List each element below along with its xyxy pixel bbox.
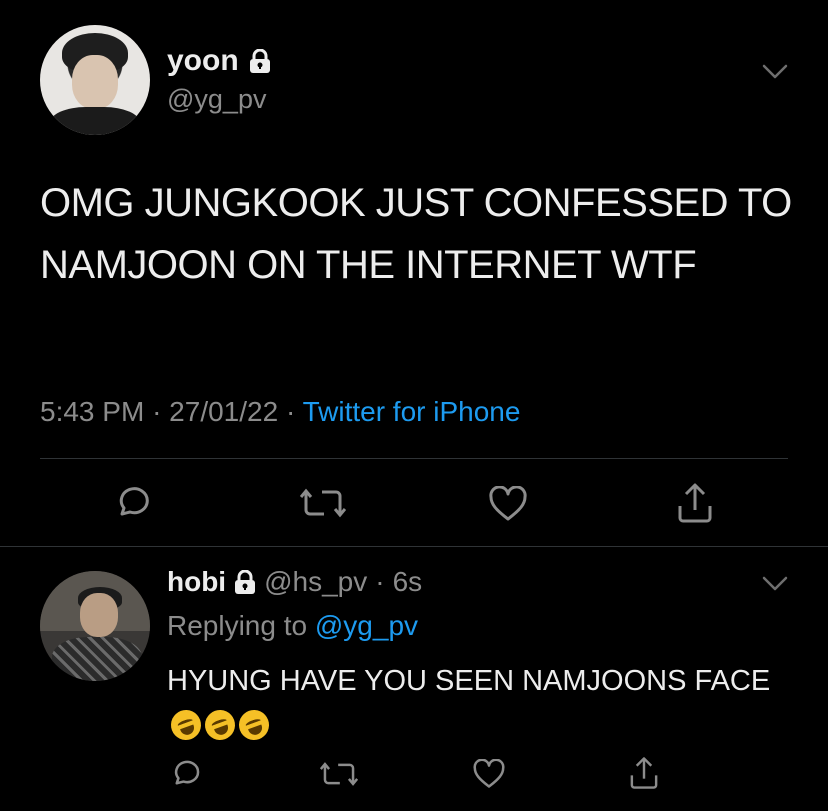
heart-icon[interactable]: [488, 486, 528, 522]
replying-prefix: Replying to: [167, 610, 308, 641]
author-name[interactable]: yoon: [167, 44, 239, 78]
retweet-icon[interactable]: [320, 758, 358, 790]
meta-separator: ·: [152, 396, 162, 427]
reply-text-block: HYUNG HAVE YOU SEEN NAMJOONS FACE: [166, 658, 787, 750]
reply-author-handle[interactable]: @hs_pv: [264, 566, 367, 598]
meta-separator: ·: [375, 566, 385, 597]
meta-separator: ·: [285, 396, 296, 427]
reply-author-name[interactable]: hobi: [167, 566, 226, 598]
lock-icon: [235, 570, 256, 594]
speech-bubble-icon[interactable]: [114, 484, 152, 522]
avatar-shirt: [52, 637, 142, 681]
reply-age: 6s: [392, 566, 423, 597]
replying-to-handle[interactable]: @yg_pv: [315, 610, 418, 641]
reply-text: HYUNG HAVE YOU SEEN NAMJOONS FACE: [167, 665, 771, 697]
rolling-on-floor-laughing-emoji: [200, 705, 240, 745]
replying-to: Replying to @yg_pv: [167, 610, 418, 642]
heart-icon[interactable]: [472, 759, 506, 789]
tweet-date[interactable]: 27/01/22: [169, 396, 278, 427]
divider: [0, 546, 828, 547]
chevron-down-icon[interactable]: [762, 576, 788, 592]
speech-bubble-icon[interactable]: [170, 758, 202, 790]
reply-actions: [0, 752, 828, 792]
avatar-face: [80, 593, 118, 637]
reply-author-row[interactable]: hobi @hs_pv · 6s: [167, 566, 422, 598]
chevron-down-icon[interactable]: [762, 64, 788, 80]
lock-icon: [249, 49, 270, 73]
tweet-time[interactable]: 5:43 PM: [40, 396, 144, 427]
share-icon[interactable]: [628, 756, 660, 790]
avatar[interactable]: [40, 571, 150, 681]
rolling-on-floor-laughing-emoji: [234, 705, 274, 745]
tweet-source[interactable]: Twitter for iPhone: [303, 396, 521, 427]
author-row[interactable]: yoon: [167, 44, 271, 78]
avatar-face: [72, 55, 118, 109]
tweet-meta: 5:43 PM · 27/01/22 · Twitter for iPhone: [40, 396, 520, 428]
tweet-actions: [0, 480, 828, 526]
tweet-text: OMG JUNGKOOK JUST CONFESSED TO NAMJOON O…: [40, 181, 792, 287]
avatar-shirt: [50, 107, 140, 135]
avatar[interactable]: [40, 25, 150, 135]
share-icon[interactable]: [676, 482, 714, 524]
divider: [40, 458, 788, 459]
rolling-on-floor-laughing-emoji: [166, 705, 206, 745]
author-handle[interactable]: @yg_pv: [167, 84, 266, 115]
retweet-icon[interactable]: [300, 484, 346, 522]
